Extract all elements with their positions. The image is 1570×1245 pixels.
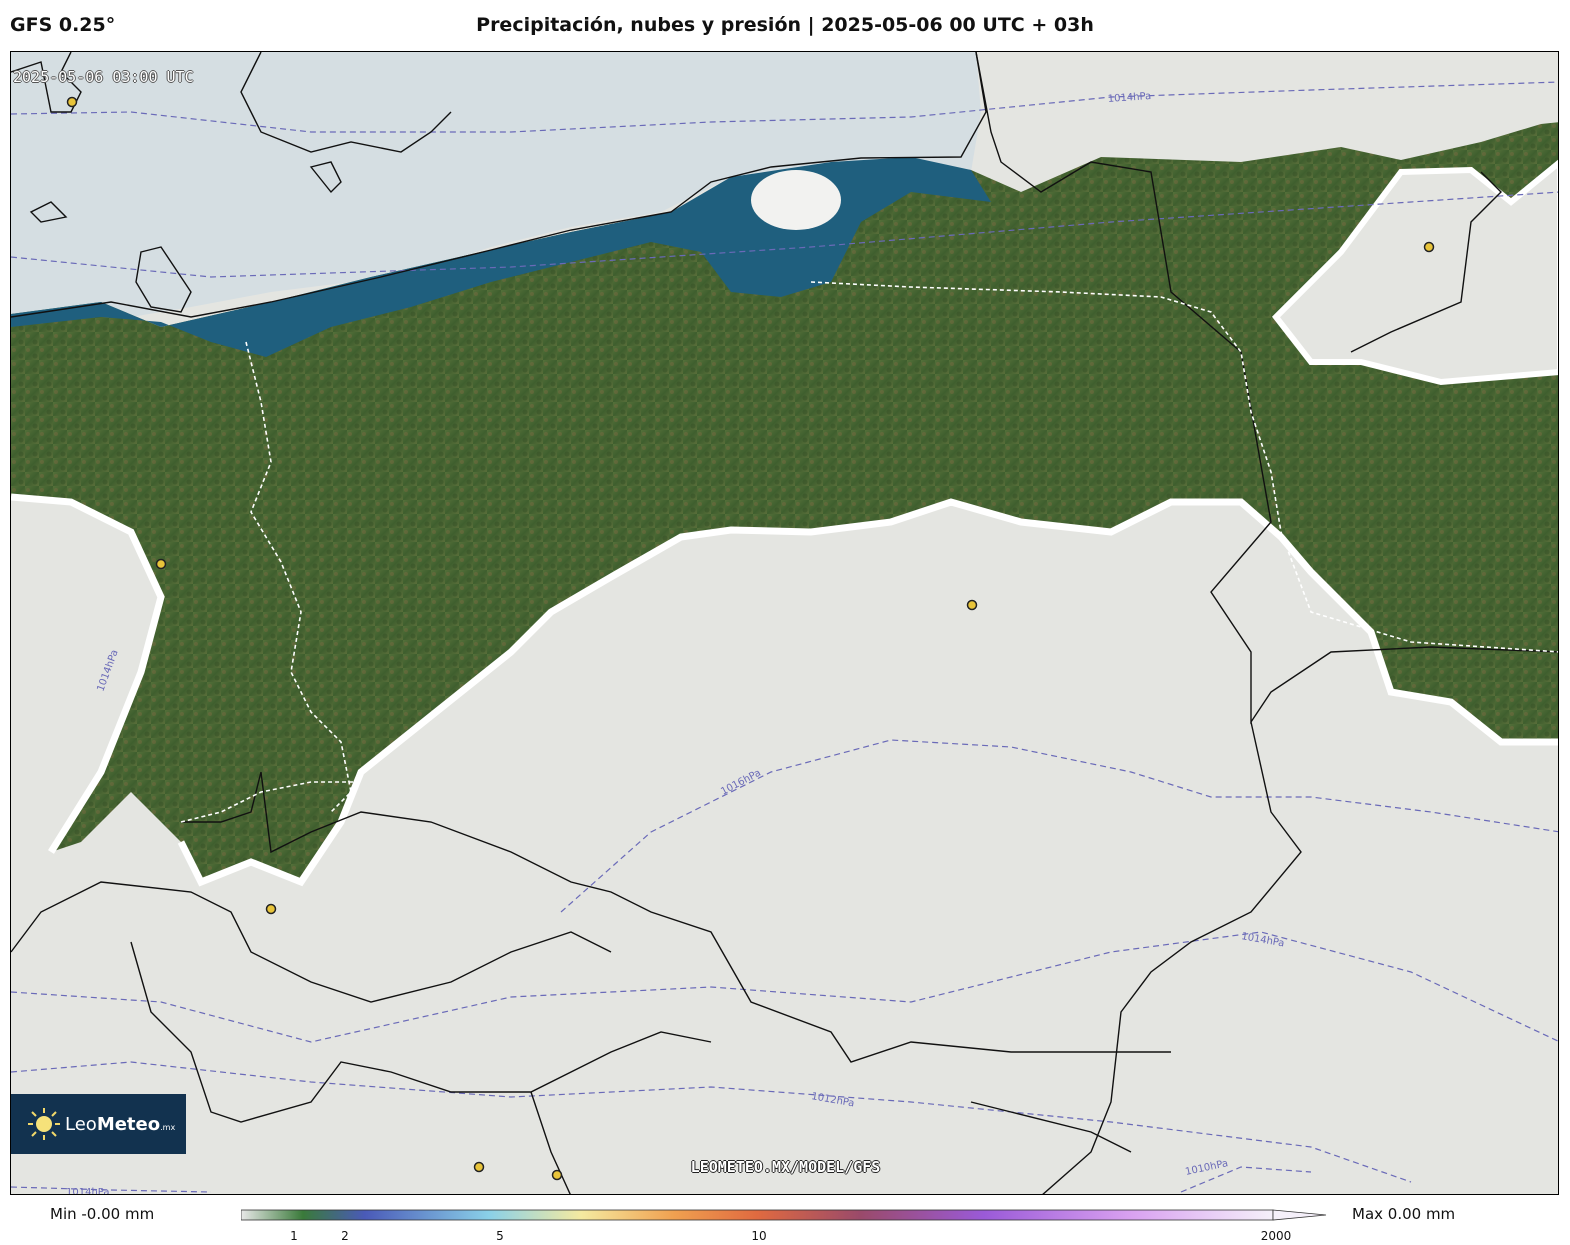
valid-time-stamp: 2025-05-06 03:00 UTC xyxy=(13,68,194,86)
city-marker xyxy=(1423,241,1435,253)
weather-map[interactable]: 1014hPa 1016hPa 1014hPa 1012hPa 1010hPa … xyxy=(10,51,1559,1195)
city-marker xyxy=(66,96,78,108)
isobar-label: 1014hPa xyxy=(66,1187,110,1195)
site-watermark: LEOMETEO.MX/MODEL/GFS xyxy=(690,1158,881,1176)
sun-icon xyxy=(27,1107,61,1141)
city-marker xyxy=(966,599,978,611)
colorbar-tick: 2 xyxy=(341,1229,349,1243)
map-canvas: 1014hPa 1016hPa 1014hPa 1012hPa 1010hPa … xyxy=(11,52,1558,1195)
colorbar-tick: 5 xyxy=(496,1229,504,1243)
colorbar-tick: 1 xyxy=(290,1229,298,1243)
city-marker xyxy=(155,558,167,570)
city-marker xyxy=(265,903,277,915)
colorbar-min-label: Min -0.00 mm xyxy=(50,1205,155,1223)
leometeo-logo[interactable]: LeoMeteo.mx xyxy=(11,1094,186,1154)
colorbar-tick: 10 xyxy=(751,1229,767,1243)
colorbar-tick: 2000 xyxy=(1260,1229,1292,1243)
precipitation-colorbar xyxy=(240,1208,1331,1227)
colorbar-max-label: Max 0.00 mm xyxy=(1352,1205,1456,1223)
cloud-patch-coast xyxy=(751,170,841,230)
map-title: Precipitación, nubes y presión | 2025-05… xyxy=(476,14,1094,36)
logo-text: LeoMeteo.mx xyxy=(65,1113,176,1135)
